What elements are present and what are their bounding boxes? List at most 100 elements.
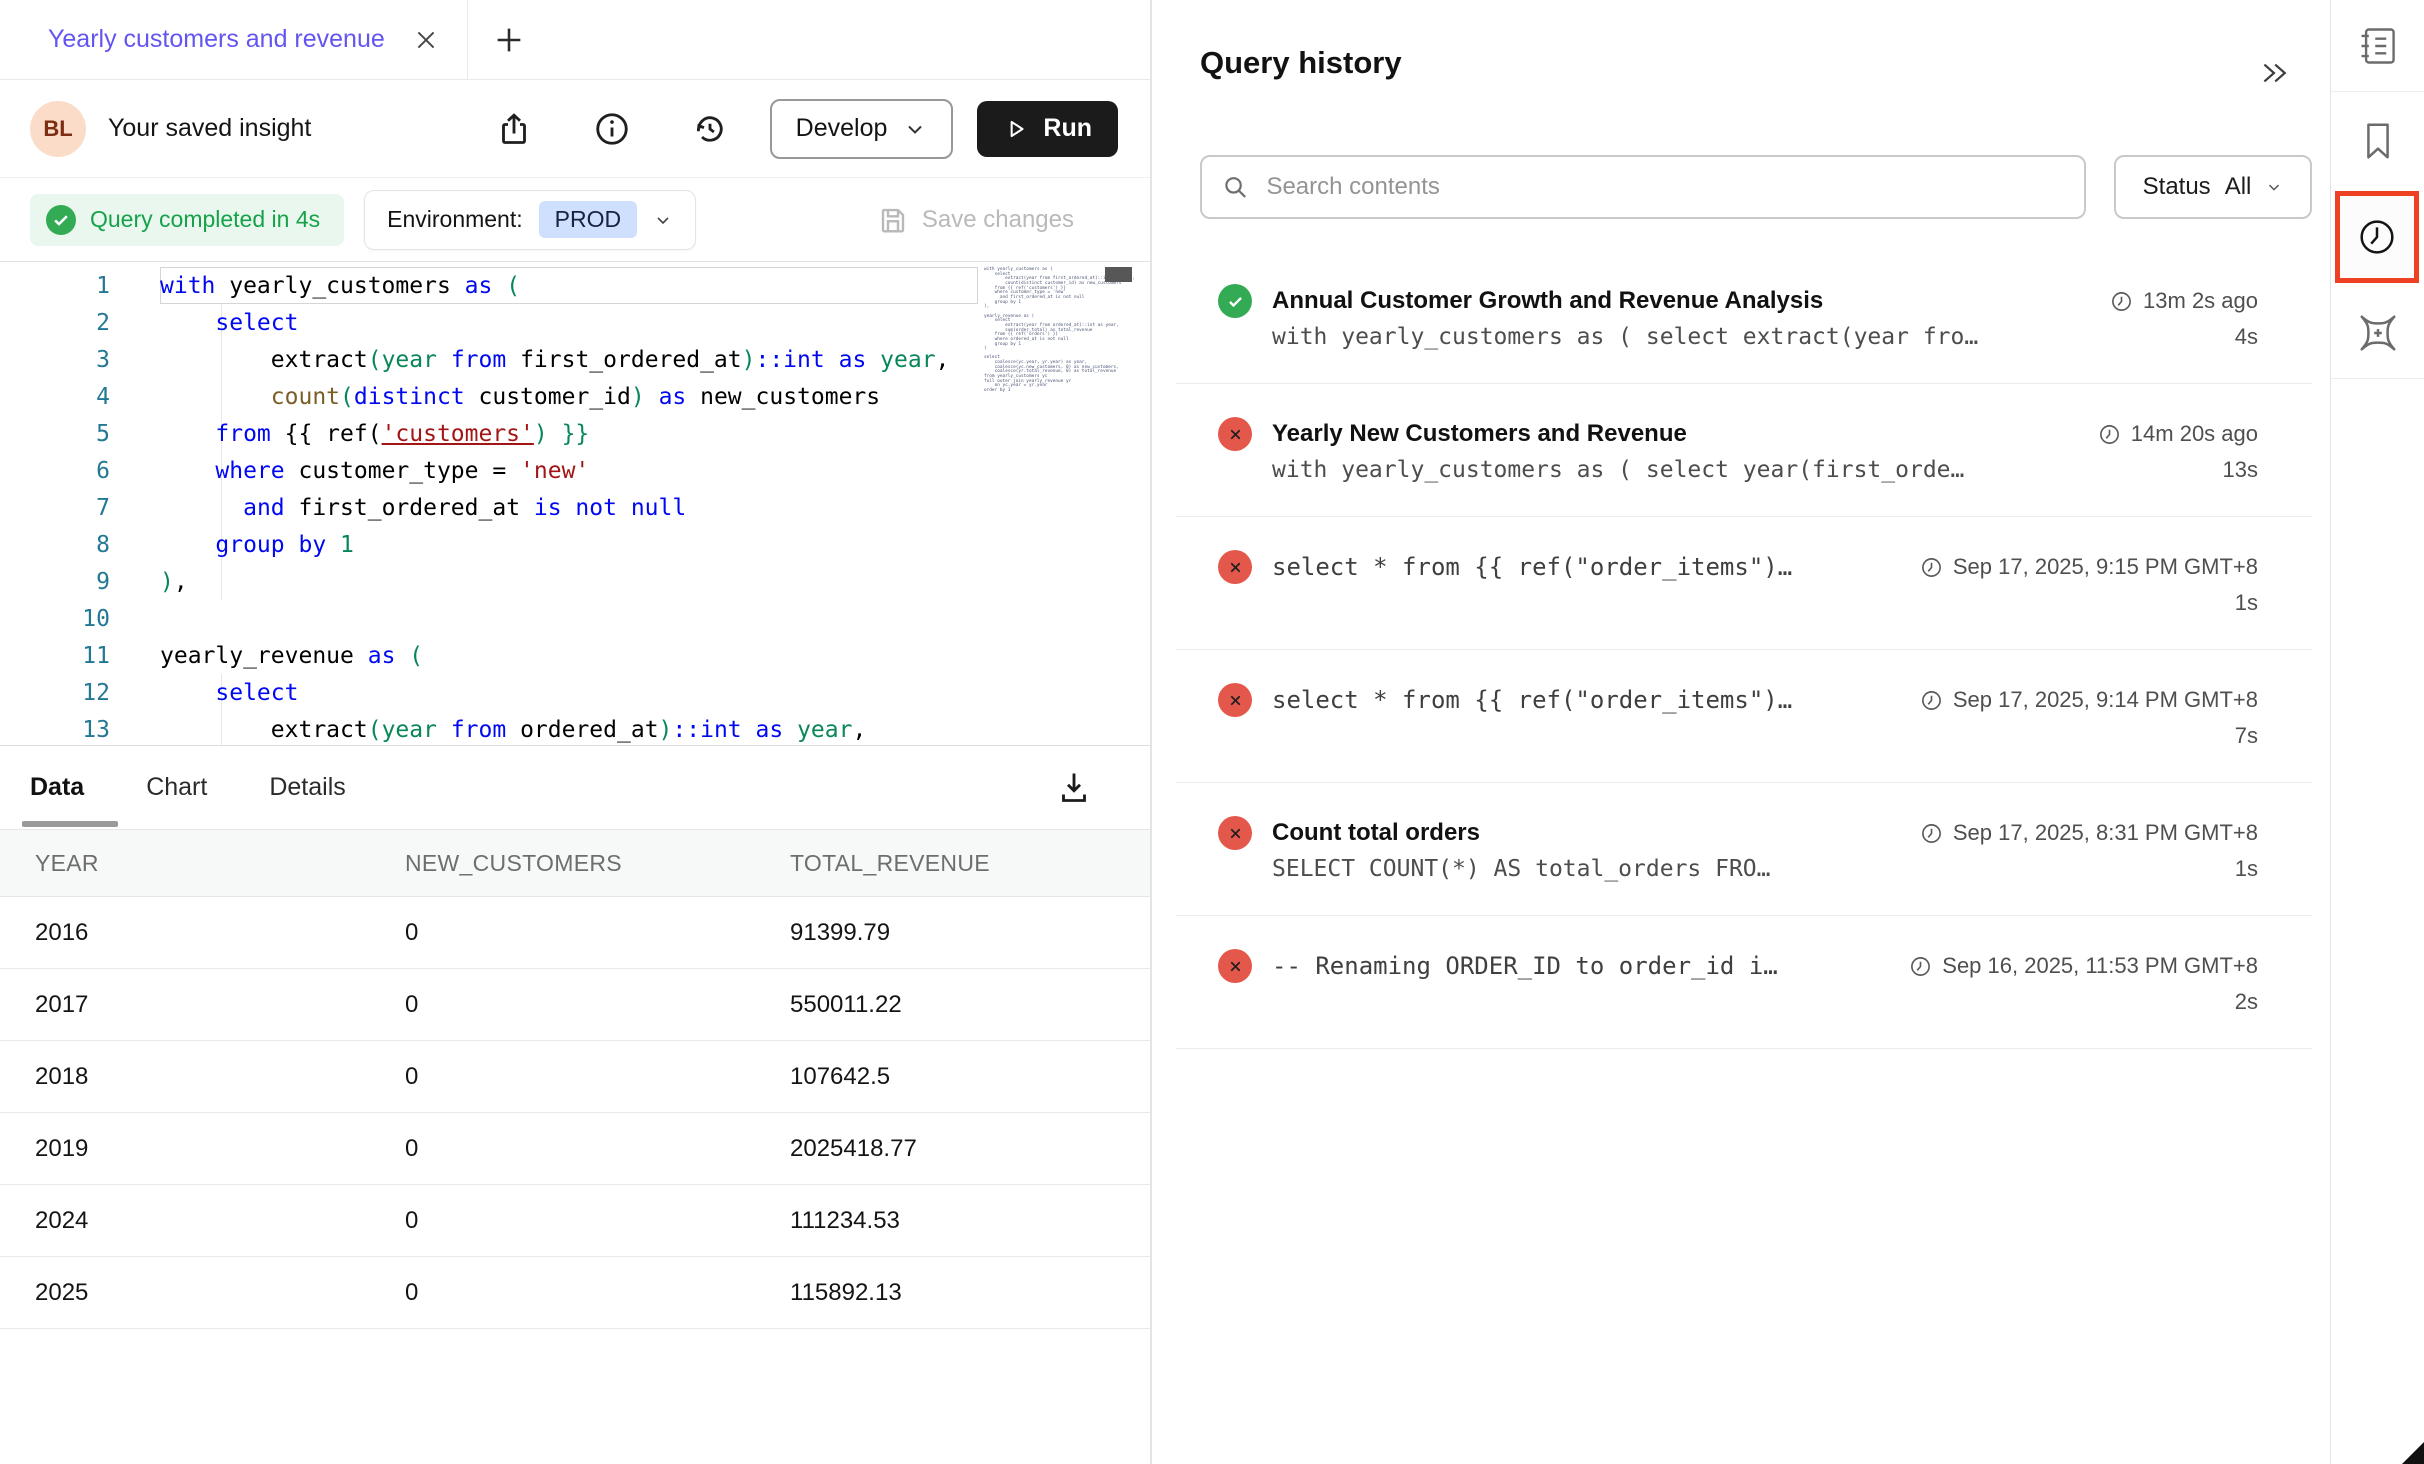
status-filter-dropdown[interactable]: Status All bbox=[2114, 155, 2312, 219]
develop-label: Develop bbox=[796, 114, 888, 143]
table-cell: 107642.5 bbox=[755, 1063, 1145, 1091]
results-tab-data[interactable]: Data bbox=[30, 773, 84, 802]
table-cell: 111234.53 bbox=[755, 1207, 1145, 1235]
search-input[interactable] bbox=[1264, 172, 2064, 202]
rail-divider bbox=[2331, 378, 2424, 379]
success-status-icon bbox=[1218, 284, 1252, 318]
code-text: group by 1 bbox=[160, 532, 354, 558]
history-item-title: select * from {{ ref("order_items")… bbox=[1272, 686, 1900, 714]
column-header: YEAR bbox=[0, 850, 370, 877]
line-number: 7 bbox=[0, 495, 110, 521]
line-number: 3 bbox=[0, 347, 110, 373]
table-cell: 0 bbox=[370, 1279, 755, 1307]
table-row: 20250115892.13 bbox=[0, 1257, 1150, 1329]
table-cell: 550011.22 bbox=[755, 991, 1145, 1019]
chevron-down-icon bbox=[2265, 178, 2283, 196]
table-cell: 2024 bbox=[0, 1207, 370, 1235]
history-item-title: -- Renaming ORDER_ID to order_id i… bbox=[1272, 952, 1889, 980]
history-item-row: with yearly_customers as ( select year(f… bbox=[1218, 457, 2258, 483]
app-root: Yearly customers and revenue BL Your sav… bbox=[0, 0, 2424, 1464]
notebook-icon[interactable] bbox=[2356, 24, 2400, 68]
history-item[interactable]: select * from {{ ref("order_items")… Sep … bbox=[1176, 517, 2312, 650]
line-number: 11 bbox=[0, 643, 110, 669]
table-cell: 2016 bbox=[0, 919, 370, 947]
line-number: 1 bbox=[0, 273, 110, 299]
query-history-title: Query history bbox=[1200, 45, 1402, 81]
chevron-down-icon bbox=[903, 117, 927, 141]
table-cell: 2025418.77 bbox=[755, 1135, 1145, 1163]
info-icon[interactable] bbox=[594, 111, 630, 147]
editor-minimap[interactable]: with yearly_customers as ( select extrac… bbox=[978, 262, 1150, 745]
lineage-icon[interactable] bbox=[2355, 310, 2401, 356]
history-item-row: select * from {{ ref("order_items")… Sep … bbox=[1218, 550, 2258, 584]
table-cell: 0 bbox=[370, 1063, 755, 1091]
new-tab-button[interactable] bbox=[492, 23, 526, 57]
table-cell: 2018 bbox=[0, 1063, 370, 1091]
code-text: and first_ordered_at is not null bbox=[160, 495, 686, 521]
status-filter-value: All bbox=[2225, 173, 2252, 201]
history-item-timestamp: Sep 17, 2025, 9:15 PM GMT+8 bbox=[1920, 554, 2258, 580]
code-text: ), bbox=[160, 569, 188, 595]
code-text: count(distinct customer_id) as new_custo… bbox=[160, 384, 880, 410]
history-item-title: select * from {{ ref("order_items")… bbox=[1272, 553, 1900, 581]
develop-dropdown[interactable]: Develop bbox=[770, 99, 954, 159]
tab-title: Yearly customers and revenue bbox=[48, 25, 385, 54]
download-icon[interactable] bbox=[1056, 769, 1092, 805]
editor-scrollbar-thumb[interactable] bbox=[1105, 267, 1132, 282]
results-tab-chart[interactable]: Chart bbox=[146, 773, 207, 802]
history-item-row: Count total ordersSep 17, 2025, 8:31 PM … bbox=[1218, 816, 2258, 850]
table-row: 20170550011.22 bbox=[0, 969, 1150, 1041]
history-item[interactable]: Annual Customer Growth and Revenue Analy… bbox=[1176, 251, 2312, 384]
table-body: 2016091399.7920170550011.2220180107642.5… bbox=[0, 897, 1150, 1329]
history-search-box[interactable] bbox=[1200, 155, 2086, 219]
history-item-title: Yearly New Customers and Revenue bbox=[1272, 420, 2078, 448]
table-cell: 0 bbox=[370, 1135, 755, 1163]
header-icon-group bbox=[496, 111, 728, 147]
line-number: 8 bbox=[0, 532, 110, 558]
code-text: select bbox=[160, 310, 298, 336]
results-tab-details[interactable]: Details bbox=[269, 773, 345, 802]
error-status-icon bbox=[1218, 949, 1252, 983]
chevron-down-icon bbox=[653, 210, 673, 230]
version-history-icon[interactable] bbox=[692, 111, 728, 147]
history-item[interactable]: -- Renaming ORDER_ID to order_id i…Sep 1… bbox=[1176, 916, 2312, 1049]
error-status-icon bbox=[1218, 816, 1252, 850]
run-button[interactable]: Run bbox=[977, 101, 1118, 157]
history-item-row: Annual Customer Growth and Revenue Analy… bbox=[1218, 284, 2258, 318]
history-item-title: Annual Customer Growth and Revenue Analy… bbox=[1272, 287, 2090, 315]
resize-corner bbox=[2402, 1442, 2424, 1464]
table-cell: 2017 bbox=[0, 991, 370, 1019]
history-item[interactable]: Count total ordersSep 17, 2025, 8:31 PM … bbox=[1176, 783, 2312, 916]
share-icon[interactable] bbox=[496, 111, 532, 147]
query-history-rail-button[interactable] bbox=[2335, 191, 2419, 283]
tab-yearly-customers-and-revenue[interactable]: Yearly customers and revenue bbox=[0, 0, 467, 79]
line-number: 4 bbox=[0, 384, 110, 410]
tab-separator bbox=[467, 0, 468, 79]
play-icon bbox=[1003, 116, 1029, 142]
query-status-text: Query completed in 4s bbox=[90, 206, 320, 233]
query-status-badge: Query completed in 4s bbox=[30, 194, 344, 246]
right-icon-rail bbox=[2330, 0, 2424, 1464]
collapse-panel-icon[interactable] bbox=[2256, 58, 2292, 88]
table-cell: 91399.79 bbox=[755, 919, 1145, 947]
sql-code-editor[interactable]: 1with yearly_customers as (2 select3 ext… bbox=[0, 262, 1150, 746]
table-cell: 115892.13 bbox=[755, 1279, 1145, 1307]
history-clock-icon bbox=[2354, 214, 2400, 260]
bookmark-icon[interactable] bbox=[2355, 118, 2401, 164]
history-item[interactable]: select * from {{ ref("order_items")… Sep … bbox=[1176, 650, 2312, 783]
history-item-timestamp: Sep 17, 2025, 9:14 PM GMT+8 bbox=[1920, 687, 2258, 713]
history-item-duration: 7s bbox=[2235, 723, 2258, 749]
history-item-timestamp: 14m 20s ago bbox=[2098, 421, 2258, 447]
environment-label: Environment: bbox=[387, 206, 523, 233]
history-item-duration: 1s bbox=[2235, 856, 2258, 882]
save-changes-label: Save changes bbox=[922, 206, 1074, 234]
save-changes-button[interactable]: Save changes bbox=[878, 205, 1074, 235]
error-status-icon bbox=[1218, 417, 1252, 451]
table-row: 20180107642.5 bbox=[0, 1041, 1150, 1113]
history-item[interactable]: Yearly New Customers and Revenue 14m 20s … bbox=[1176, 384, 2312, 517]
close-tab-icon[interactable] bbox=[413, 27, 439, 53]
environment-selector[interactable]: Environment: PROD bbox=[364, 190, 696, 250]
code-text: from {{ ref('customers') }} bbox=[160, 421, 589, 447]
history-item-row: SELECT COUNT(*) AS total_orders FRO…1s bbox=[1218, 856, 2258, 882]
line-number: 9 bbox=[0, 569, 110, 595]
